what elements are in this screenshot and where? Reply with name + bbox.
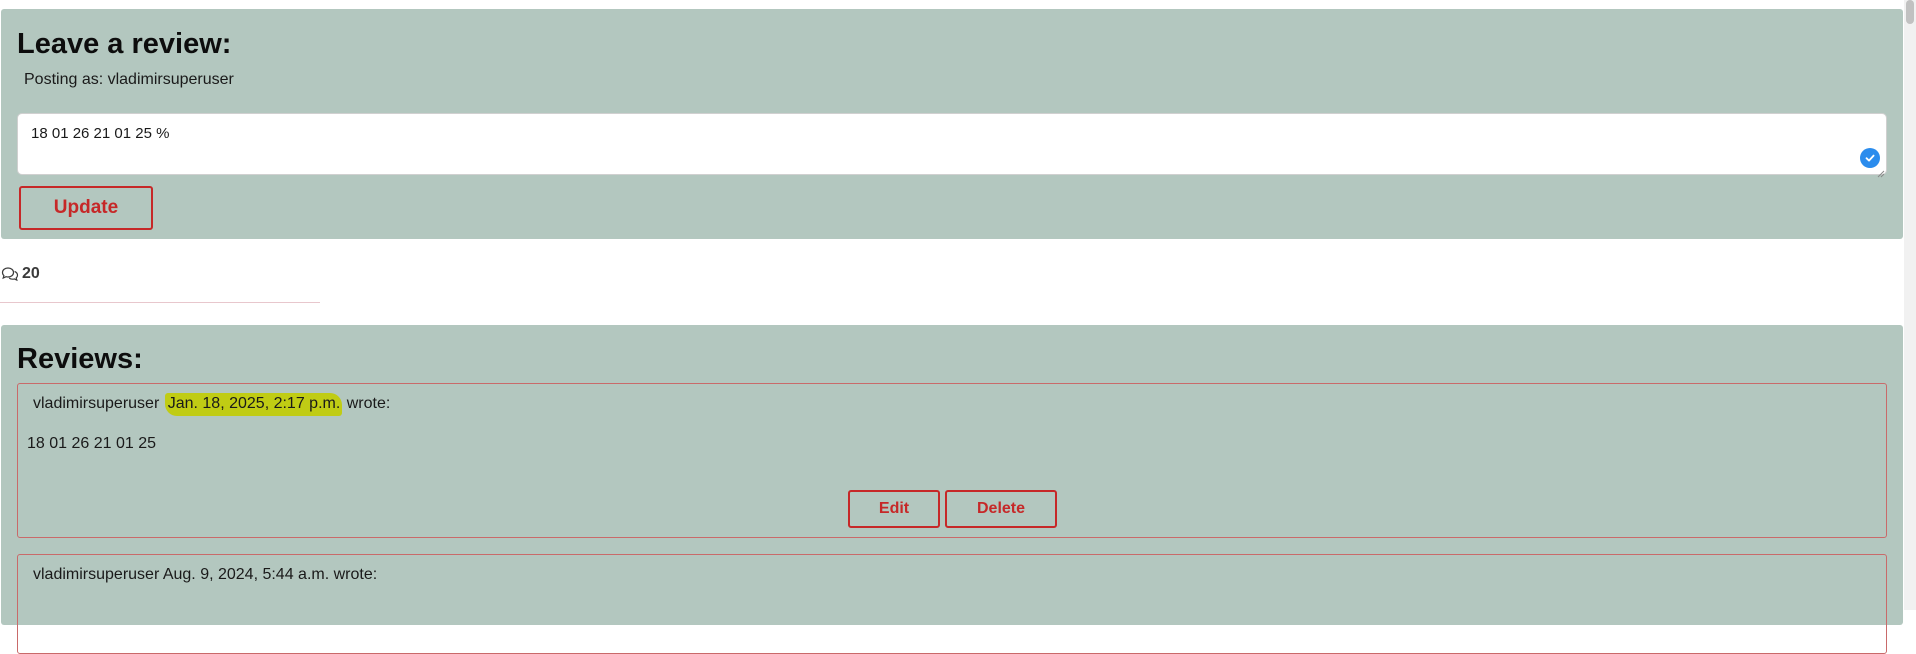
review-header: vladimirsuperuser Aug. 9, 2024, 5:44 a.m… bbox=[33, 566, 377, 584]
scrollbar-thumb[interactable] bbox=[1906, 0, 1914, 24]
review-card: vladimirsuperuser Aug. 9, 2024, 5:44 a.m… bbox=[17, 554, 1887, 654]
review-textarea[interactable]: 18 01 26 21 01 25 % bbox=[17, 113, 1887, 178]
posting-as-text: Posting as: vladimirsuperuser bbox=[24, 71, 234, 88]
reviews-panel: Reviews: vladimirsuperuser Jan. 18, 2025… bbox=[1, 325, 1903, 654]
review-wrote: wrote: bbox=[333, 566, 378, 583]
comment-count: 20 bbox=[1, 265, 40, 283]
leave-review-panel: Leave a review: Posting as: vladimirsupe… bbox=[1, 9, 1903, 239]
update-button[interactable]: Update bbox=[19, 186, 153, 230]
review-textarea-value: 18 01 26 21 01 25 % bbox=[31, 125, 170, 142]
leave-review-title: Leave a review: bbox=[17, 28, 232, 60]
review-header: vladimirsuperuser Jan. 18, 2025, 2:17 p.… bbox=[33, 393, 391, 416]
divider bbox=[0, 302, 320, 303]
review-card: vladimirsuperuser Jan. 18, 2025, 2:17 p.… bbox=[17, 383, 1887, 538]
comment-count-value: 20 bbox=[22, 265, 40, 282]
review-author: vladimirsuperuser bbox=[33, 566, 160, 583]
review-body: 18 01 26 21 01 25 bbox=[27, 435, 157, 452]
delete-button[interactable]: Delete bbox=[945, 490, 1057, 528]
reviews-title: Reviews: bbox=[17, 343, 143, 375]
review-author: vladimirsuperuser bbox=[33, 395, 160, 412]
edit-button[interactable]: Edit bbox=[848, 490, 940, 528]
resize-handle-icon[interactable] bbox=[1877, 165, 1885, 178]
review-date: Aug. 9, 2024, 5:44 a.m. bbox=[162, 566, 330, 583]
review-wrote: wrote: bbox=[346, 395, 391, 412]
comments-icon bbox=[1, 267, 19, 282]
scrollbar-track[interactable] bbox=[1904, 0, 1916, 610]
review-date: Jan. 18, 2025, 2:17 p.m. bbox=[164, 393, 343, 416]
